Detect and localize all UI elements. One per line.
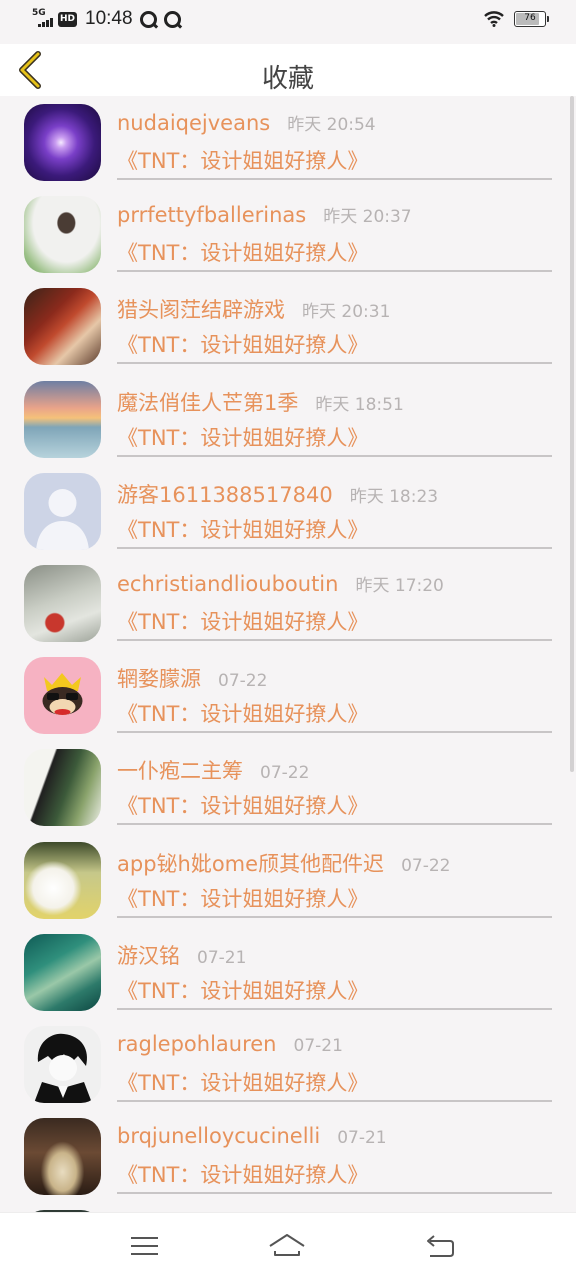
qq-notification-icon [163, 10, 181, 28]
divider [117, 362, 552, 365]
favorite-title[interactable]: 《TNT：设计姐姐好撩人》 [117, 237, 368, 267]
avatar[interactable] [24, 933, 101, 1011]
user-name: 游汉铭 [117, 943, 180, 968]
user-name: 辋婺朦源 [117, 667, 201, 692]
divider [117, 1099, 552, 1102]
timestamp: 昨天 20:37 [323, 207, 412, 228]
menu-icon [131, 1237, 158, 1255]
divider [117, 546, 552, 549]
system-nav-bar [0, 1212, 576, 1280]
divider [117, 638, 552, 641]
divider [117, 454, 552, 457]
network-type: 5G [32, 8, 46, 18]
favorite-title[interactable]: 《TNT：设计姐姐好撩人》 [117, 698, 368, 728]
scrollbar[interactable] [570, 96, 574, 772]
page-title: 收藏 [261, 64, 314, 94]
user-name: nudaiqejveans [117, 111, 271, 135]
battery-level: 76 [524, 13, 536, 23]
home-icon [269, 1234, 305, 1256]
list-item[interactable]: prrfettyfballerinas 昨天 20:37 《TNT：设计姐姐好撩人… [0, 188, 576, 280]
list-item[interactable]: 辋婺朦源 07-22 《TNT：设计姐姐好撩人》 [0, 649, 576, 741]
favorite-title[interactable]: 《TNT：设计姐姐好撩人》 [117, 1159, 368, 1189]
return-button[interactable] [420, 1229, 460, 1263]
list-item[interactable]: 游客1611388517840 昨天 18:23 《TNT：设计姐姐好撩人》 [0, 465, 576, 557]
cellular-signal-icon: 5G [32, 9, 54, 29]
timestamp: 07-21 [293, 1035, 343, 1056]
avatar[interactable] [24, 196, 101, 274]
avatar[interactable] [24, 1118, 101, 1196]
default-user-icon [36, 488, 89, 550]
timestamp: 昨天 20:31 [302, 302, 391, 323]
monkey-avatar-icon [42, 673, 83, 716]
favorite-title[interactable]: 《TNT：设计姐姐好撩人》 [117, 790, 368, 820]
timestamp: 昨天 18:23 [349, 486, 439, 507]
user-name: echristiandlioubouti­n [117, 571, 339, 596]
user-name: raglepohlauren [117, 1031, 277, 1056]
favorites-list[interactable]: nudaiqejveans 昨天 20:54 《TNT：设计姐姐好撩人》 prrf… [0, 96, 576, 1212]
timestamp: 07-22 [218, 671, 268, 692]
timestamp: 07-22 [260, 763, 310, 784]
divider [117, 915, 552, 918]
battery-icon: 76 [514, 11, 549, 27]
avatar[interactable] [24, 749, 101, 827]
favorite-title[interactable]: 《TNT：设计姐姐好撩人》 [117, 514, 368, 544]
avatar[interactable] [24, 288, 101, 366]
user-name: 猎头阂茳结辟游戏 [117, 298, 285, 323]
favorite-title[interactable]: 《TNT：设计姐姐好撩人》 [117, 422, 368, 452]
divider [117, 1007, 552, 1010]
list-item[interactable]: brqjunelloycucinelli 07-21 《TNT：设计姐姐好撩人》 [0, 1110, 576, 1202]
home-button[interactable] [267, 1229, 307, 1263]
favorite-title[interactable]: 《TNT：设计姐姐好撩人》 [117, 606, 368, 636]
avatar[interactable] [24, 472, 101, 550]
list-item[interactable]: echristiandlioubouti­n 昨天 17:20 《TNT：设计姐姐… [0, 557, 576, 649]
list-item[interactable]: 游汉铭 07-21 《TNT：设计姐姐好撩人》 [0, 926, 576, 1018]
timestamp: 昨天 17:20 [355, 575, 444, 596]
user-name: prrfettyfballerinas [117, 203, 307, 228]
avatar[interactable] [24, 564, 101, 642]
timestamp: 07-21 [197, 947, 247, 968]
list-item[interactable]: 魔法俏佳人芒第1季 昨天 18:51 《TNT：设计姐姐好撩人》 [0, 373, 576, 465]
favorite-title[interactable]: 《TNT：设计姐姐好撩人》 [117, 1067, 368, 1097]
list-item[interactable]: app铋h妣ome颀其他配件迟 07-22 《TNT：设计姐姐好撩人》 [0, 834, 576, 926]
user-name: 一仆疱二主筹 [117, 759, 243, 784]
avatar[interactable] [24, 380, 101, 458]
header: 收藏 [0, 44, 576, 96]
list-item[interactable]: 猎头阂茳结辟游戏 昨天 20:31 《TNT：设计姐姐好撩人》 [0, 280, 576, 372]
list-item[interactable] [0, 1202, 576, 1212]
user-name: brqjunelloycucinelli [117, 1124, 321, 1149]
user-name: 魔法俏佳人芒第1季 [117, 390, 299, 415]
avatar[interactable] [24, 657, 101, 735]
menu-button[interactable] [124, 1229, 164, 1263]
anime-character-icon [34, 1033, 92, 1103]
timestamp: 07-22 [401, 855, 451, 876]
list-item[interactable]: raglepohlauren 07-21 《TNT：设计姐姐好撩人》 [0, 1018, 576, 1110]
favorite-title[interactable]: 《TNT：设计姐姐好撩人》 [117, 145, 368, 175]
avatar[interactable] [24, 1025, 101, 1103]
user-name: app铋h妣ome颀其他配件迟 [117, 851, 385, 876]
timestamp: 昨天 20:54 [287, 115, 376, 135]
timestamp: 昨天 18:51 [315, 394, 404, 415]
avatar[interactable] [24, 841, 101, 919]
status-bar: 5G HD 10:48 76 [0, 0, 576, 44]
list-item[interactable]: nudaiqejveans 昨天 20:54 《TNT：设计姐姐好撩人》 [0, 96, 576, 188]
favorite-title[interactable]: 《TNT：设计姐姐好撩人》 [117, 975, 368, 1005]
list-item[interactable]: 一仆疱二主筹 07-22 《TNT：设计姐姐好撩人》 [0, 741, 576, 833]
divider [117, 1192, 552, 1195]
clock: 10:48 [85, 8, 133, 29]
timestamp: 07-21 [337, 1128, 387, 1149]
favorite-title[interactable]: 《TNT：设计姐姐好撩人》 [117, 883, 368, 913]
user-name: 游客1611388517840 [117, 482, 333, 507]
divider [117, 270, 552, 273]
divider [117, 178, 552, 180]
qq-notification-icon [139, 10, 157, 28]
divider [117, 823, 552, 826]
favorite-title[interactable]: 《TNT：设计姐姐好撩人》 [117, 329, 368, 359]
hd-badge: HD [58, 11, 78, 27]
return-icon [427, 1235, 454, 1257]
avatar[interactable] [24, 104, 101, 181]
divider [117, 731, 552, 734]
wifi-icon [484, 11, 504, 27]
